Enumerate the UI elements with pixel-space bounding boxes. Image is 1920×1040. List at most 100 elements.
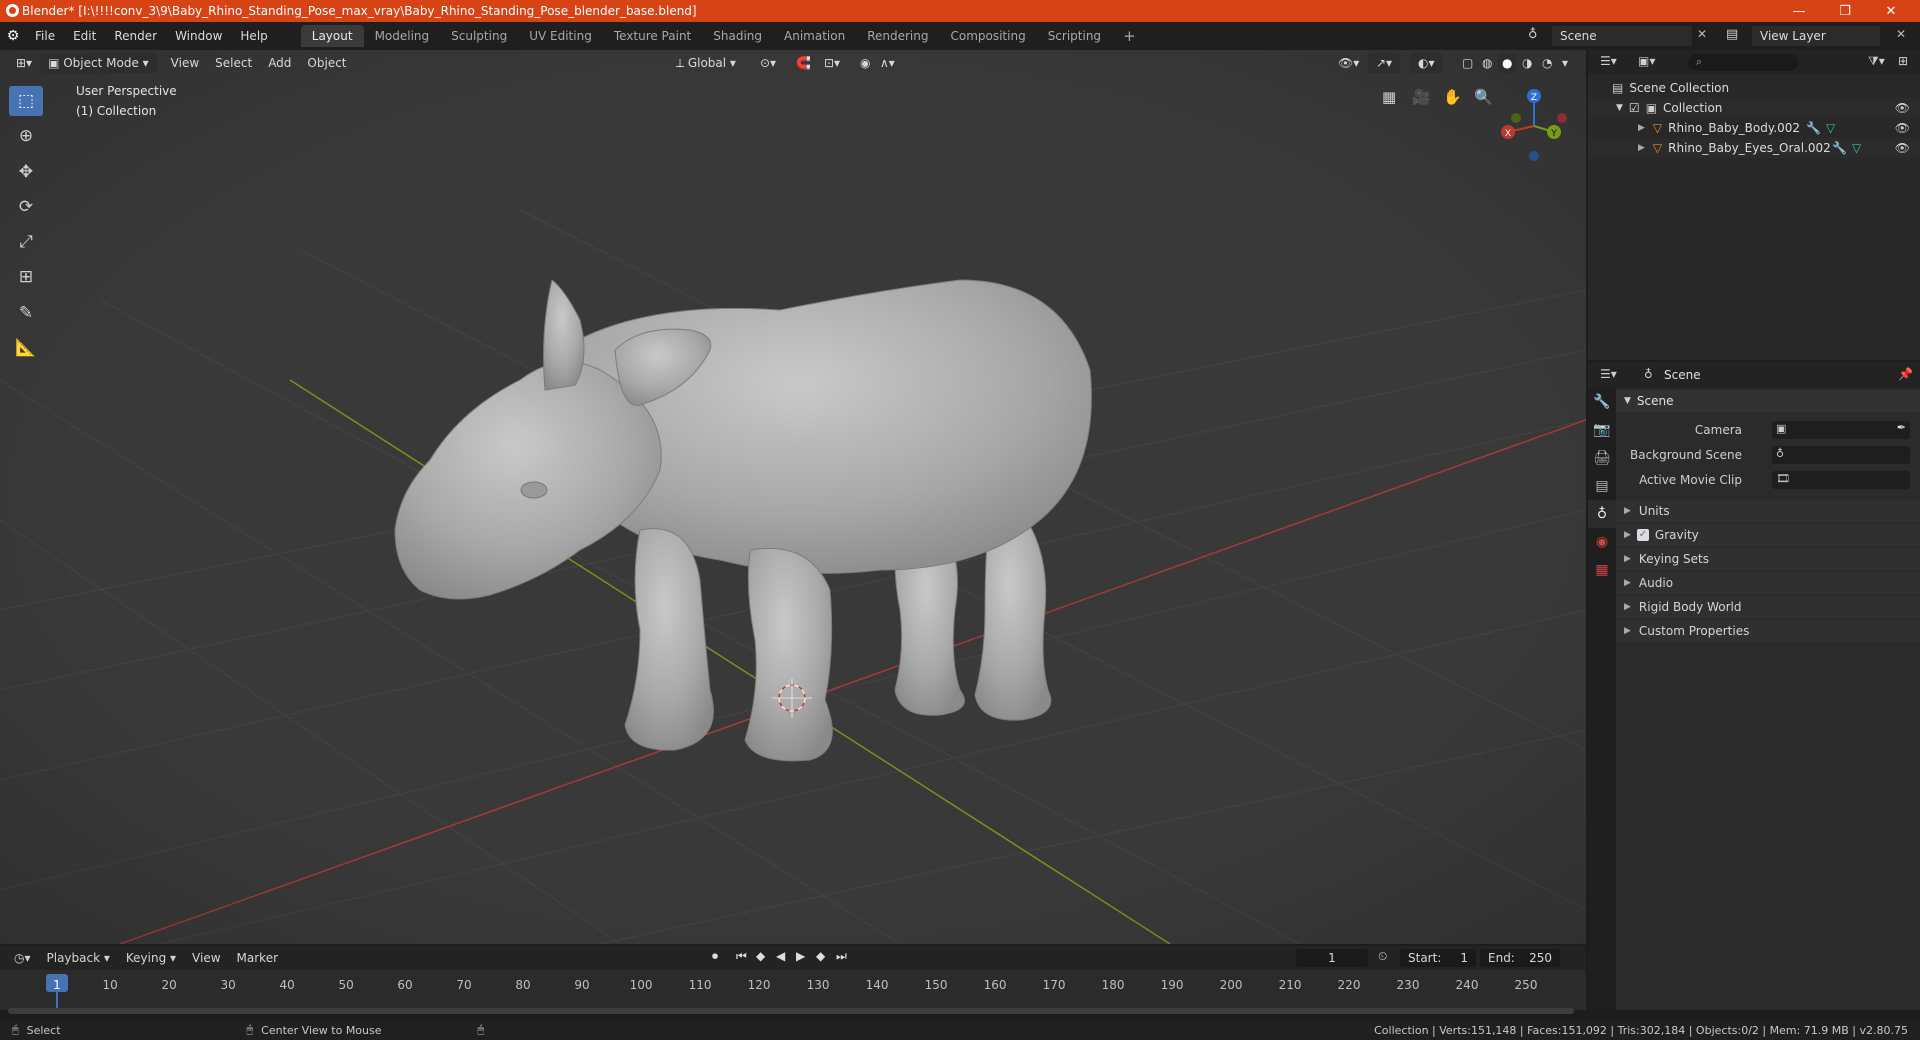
expand-arrow-icon[interactable]: ▶ <box>1638 143 1645 153</box>
end-frame-field[interactable]: End: 250 <box>1480 949 1560 967</box>
panel-audio[interactable]: ▶ Audio <box>1616 572 1920 594</box>
falloff-icon[interactable]: ∧▾ <box>872 53 903 73</box>
world-tab-icon[interactable]: ◉ <box>1588 528 1616 556</box>
menu-object[interactable]: Object <box>299 53 354 73</box>
record-button[interactable]: ⏺ <box>712 949 718 964</box>
maximize-button[interactable]: ❐ <box>1822 0 1868 22</box>
camera-field[interactable]: ▣ ✒ <box>1772 421 1910 439</box>
menu-render[interactable]: Render <box>105 25 166 47</box>
menu-add[interactable]: Add <box>260 53 299 73</box>
outliner-row-scene-collection[interactable]: ▤ Scene Collection <box>1588 78 1920 98</box>
tab-shading[interactable]: Shading <box>702 25 773 47</box>
3d-viewport[interactable] <box>0 50 1586 944</box>
zoom-icon[interactable]: 🔍 <box>1474 88 1493 106</box>
outliner-row-object[interactable]: ▶ ▽ Rhino_Baby_Body.002 🔧 ▽ 👁 <box>1588 118 1920 138</box>
measure-tool-icon[interactable]: 📐 <box>9 333 43 363</box>
prev-keyframe-icon[interactable]: ◆ <box>756 949 765 963</box>
expand-arrow-icon[interactable]: ▼ <box>1616 103 1623 113</box>
output-tab-icon[interactable]: 🖨 <box>1588 444 1616 472</box>
gizmo-toggle-icon[interactable]: ↗▾ <box>1368 53 1401 73</box>
pan-hand-icon[interactable]: ✋ <box>1443 88 1462 106</box>
scene-tab-icon[interactable]: ♁ <box>1588 500 1616 528</box>
visibility-eye-icon[interactable]: 👁 <box>1895 121 1910 135</box>
panel-gravity[interactable]: ▶ ✓ Gravity <box>1616 524 1920 546</box>
next-keyframe-icon[interactable]: ◆ <box>816 949 825 963</box>
rendered-shading-icon[interactable]: ◔ <box>1538 53 1556 73</box>
play-reverse-icon[interactable]: ◀ <box>776 949 785 963</box>
mesh-data-icon[interactable]: ▽ <box>1852 141 1861 155</box>
outliner-row-collection[interactable]: ▼ ☑ ▣ Collection 👁 <box>1588 98 1920 118</box>
menu-file[interactable]: File <box>26 25 64 47</box>
tab-compositing[interactable]: Compositing <box>939 25 1036 47</box>
scene-close-icon[interactable]: ✕ <box>1697 27 1707 41</box>
menu-edit[interactable]: Edit <box>64 25 105 47</box>
tab-sculpting[interactable]: Sculpting <box>440 25 518 47</box>
visibility-icon[interactable]: 👁▾ <box>1330 53 1367 73</box>
clock-icon[interactable]: ⏲ <box>1378 949 1387 964</box>
pin-icon[interactable]: 📌 <box>1898 367 1913 381</box>
visibility-eye-icon[interactable]: 👁 <box>1895 101 1910 115</box>
filter-icon[interactable]: ⧩▾ <box>1868 54 1885 69</box>
start-frame-field[interactable]: Start: 1 <box>1400 949 1476 967</box>
new-collection-icon[interactable]: ⊞ <box>1898 54 1908 68</box>
snap-icon[interactable]: 🧲 <box>788 53 819 73</box>
shading-options-icon[interactable]: ▾ <box>1558 53 1572 73</box>
mesh-data-icon[interactable]: ▽ <box>1826 121 1835 135</box>
object-mode-dropdown[interactable]: ▣ Object Mode ▾ <box>40 53 157 73</box>
close-button[interactable]: ✕ <box>1868 0 1914 22</box>
outliner-row-object[interactable]: ▶ ▽ Rhino_Baby_Eyes_Oral.002 🔧 ▽ 👁 <box>1588 138 1920 158</box>
transform-tool-icon[interactable]: ⊞ <box>9 262 43 292</box>
panel-rigid-body-world[interactable]: ▶ Rigid Body World <box>1616 596 1920 618</box>
minimize-button[interactable]: — <box>1776 0 1822 22</box>
material-shading-icon[interactable]: ◑ <box>1518 53 1536 73</box>
menu-window[interactable]: Window <box>166 25 231 47</box>
texture-tab-icon[interactable]: ▦ <box>1588 556 1616 584</box>
panel-units[interactable]: ▶ Units <box>1616 500 1920 522</box>
timeline-scrollbar[interactable] <box>8 1008 1574 1014</box>
navigation-gizmo[interactable]: Z X Y <box>1496 82 1574 168</box>
menu-view[interactable]: View <box>163 53 207 73</box>
rotate-tool-icon[interactable]: ⟳ <box>9 192 43 222</box>
panel-custom-properties[interactable]: ▶ Custom Properties <box>1616 620 1920 642</box>
add-workspace-button[interactable]: + <box>1112 25 1147 47</box>
orientation-dropdown[interactable]: ⟂ Global ▾ <box>668 53 744 73</box>
scene-section-header[interactable]: ▼ Scene <box>1616 390 1920 412</box>
tab-texture-paint[interactable]: Texture Paint <box>603 25 702 47</box>
tab-animation[interactable]: Animation <box>773 25 856 47</box>
wireframe-shading-icon[interactable]: ◍ <box>1478 53 1496 73</box>
current-frame-field[interactable]: 1 <box>1296 949 1368 967</box>
marker-menu[interactable]: Marker <box>229 948 286 968</box>
toggle-grid-icon[interactable]: ▦ <box>1382 88 1396 106</box>
cursor-tool-icon[interactable]: ⊕ <box>9 121 43 151</box>
checkbox-icon[interactable]: ☑ <box>1629 101 1640 115</box>
tab-uv-editing[interactable]: UV Editing <box>518 25 603 47</box>
modifier-wrench-icon[interactable]: 🔧 <box>1806 121 1821 135</box>
play-icon[interactable]: ▶ <box>796 949 805 963</box>
visibility-eye-icon[interactable]: 👁 <box>1895 141 1910 155</box>
panel-keying-sets[interactable]: ▶ Keying Sets <box>1616 548 1920 570</box>
gravity-checkbox[interactable]: ✓ <box>1636 529 1649 541</box>
menu-select[interactable]: Select <box>207 53 260 73</box>
scale-tool-icon[interactable]: ⤢ <box>9 227 43 257</box>
timeline-view-menu[interactable]: View <box>184 948 228 968</box>
solid-shading-icon[interactable]: ● <box>1498 53 1517 73</box>
blender-menu-icon[interactable]: ⚙ <box>0 28 26 44</box>
jump-end-icon[interactable]: ⏭ <box>836 949 847 964</box>
view-layer-close-icon[interactable]: ✕ <box>1896 27 1906 41</box>
tab-rendering[interactable]: Rendering <box>856 25 939 47</box>
camera-view-icon[interactable]: 🎥 <box>1412 88 1431 106</box>
modifier-wrench-icon[interactable]: 🔧 <box>1832 141 1847 155</box>
tool-tab-icon[interactable]: 🔧 <box>1588 388 1616 416</box>
menu-help[interactable]: Help <box>231 25 276 47</box>
overlay-toggle-icon[interactable]: ◐▾ <box>1410 53 1443 73</box>
snap-target-icon[interactable]: ⊡▾ <box>816 53 848 73</box>
view-layer-selector[interactable]: View Layer <box>1752 26 1880 46</box>
scene-selector[interactable]: Scene <box>1552 26 1692 46</box>
select-box-tool-icon[interactable]: ⬚ <box>9 86 43 116</box>
active-movie-clip-field[interactable]: 🎞 <box>1772 471 1910 489</box>
view-layer-tab-icon[interactable]: ▤ <box>1588 472 1616 500</box>
timeline-editor-type-icon[interactable]: ◷▾ <box>6 948 39 968</box>
pivot-icon[interactable]: ⊙▾ <box>752 53 784 73</box>
jump-start-icon[interactable]: ⏮ <box>736 949 747 964</box>
display-mode-icon[interactable]: ▣▾ <box>1638 54 1655 68</box>
